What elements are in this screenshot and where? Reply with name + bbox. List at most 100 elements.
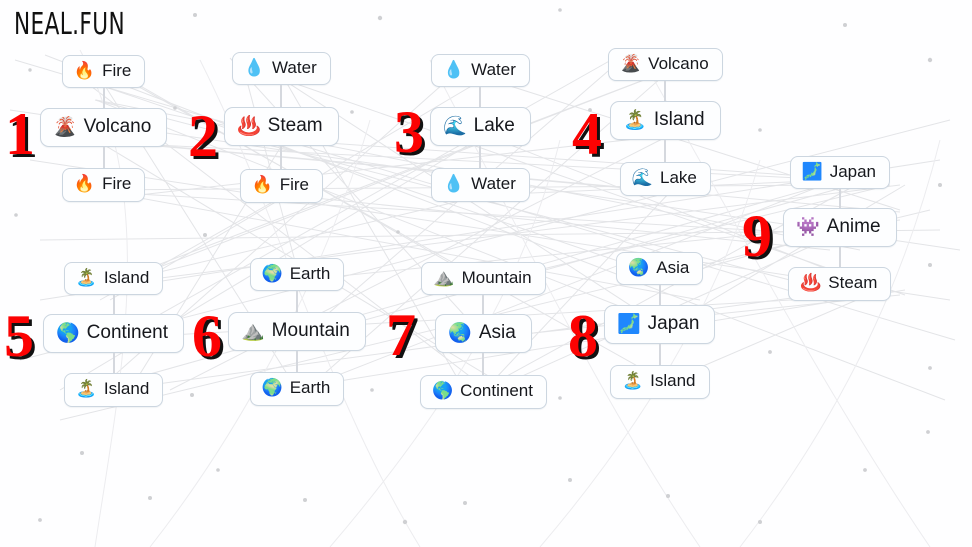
element-label: Japan [829, 162, 877, 181]
result-card[interactable]: 🌎 Continent [43, 314, 185, 354]
element-label: Volcano [83, 116, 152, 138]
anime-monster-icon: 👾 [796, 215, 820, 238]
element-label: Asia [656, 258, 690, 277]
group-number: 5 [4, 303, 34, 369]
connector-line [479, 87, 482, 108]
craft-group: 🌍 Earth ⛰️ Mountain 🌍 Earth [228, 258, 366, 406]
connector-line [664, 81, 667, 102]
lake-wave-icon: 🌊 [443, 114, 467, 137]
result-card[interactable]: ⛰️ Mountain [228, 312, 366, 352]
element-label: Earth [289, 264, 331, 283]
connector-line [280, 146, 283, 170]
connector-line [664, 140, 667, 163]
ingredient-card[interactable]: 💧 Water [231, 52, 331, 86]
result-card[interactable]: ♨️ Steam [224, 107, 339, 147]
element-label: Steam [267, 115, 323, 137]
element-label: Water [471, 174, 516, 194]
globe-americas-icon: 🌎 [432, 380, 454, 401]
result-card[interactable]: 🌊 Lake [430, 107, 531, 147]
connector-line [658, 344, 661, 366]
ingredient-card[interactable]: 💧 Water [430, 54, 530, 88]
globe-europe-africa-icon: 🌍 [261, 377, 283, 398]
ingredient-card[interactable]: ⛰️ Mountain [421, 262, 546, 296]
element-label: Japan [647, 313, 700, 335]
connector-line [838, 247, 841, 268]
element-label: Island [653, 109, 705, 131]
result-card[interactable]: 👾 Anime [783, 208, 897, 248]
ingredient-card[interactable]: 🗾 Japan [789, 156, 891, 190]
craft-group: 🌏 Asia 🗾 Japan 🏝️ Island [604, 252, 716, 399]
element-label: Continent [86, 322, 169, 344]
fire-icon: 🔥 [73, 60, 96, 81]
ingredient-card[interactable]: ♨️ Steam [788, 267, 892, 301]
fire-icon: 🔥 [73, 173, 96, 194]
element-label: Continent [460, 381, 533, 401]
element-label: Island [103, 268, 150, 287]
connector-line [280, 85, 283, 108]
ingredient-card[interactable]: 🔥 Fire [61, 168, 146, 202]
ingredient-card[interactable]: 🔥 Fire [239, 169, 324, 203]
element-label: Asia [478, 322, 516, 344]
ingredient-card[interactable]: 🏝️ Island [63, 262, 164, 296]
connector-line [482, 295, 485, 315]
globe-asia-icon: 🌏 [448, 321, 472, 344]
group-number: 7 [386, 302, 416, 368]
element-label: Island [650, 371, 696, 391]
connector-line [112, 353, 115, 374]
connector-line [482, 353, 485, 376]
globe-asia-icon: 🌏 [628, 257, 650, 278]
group-number: 3 [394, 99, 424, 165]
group-number: 9 [742, 203, 772, 269]
result-card[interactable]: 🏝️ Island [610, 101, 721, 141]
connector-line [102, 88, 105, 109]
island-icon: 🏝️ [75, 378, 97, 399]
island-icon: 🏝️ [75, 267, 97, 288]
ingredient-card[interactable]: 🌋 Volcano [608, 48, 723, 82]
connector-line [102, 147, 105, 169]
water-droplet-icon: 💧 [243, 57, 266, 78]
element-label: Lake [659, 168, 697, 188]
element-label: Steam [828, 273, 878, 293]
japan-map-icon: 🗾 [801, 161, 823, 182]
steam-icon: ♨️ [800, 272, 822, 293]
element-label: Water [272, 58, 317, 77]
mountain-icon: ⛰️ [433, 267, 455, 288]
element-label: Anime [826, 216, 881, 238]
ingredient-card[interactable]: 🌍 Earth [249, 258, 345, 292]
element-label: Lake [473, 115, 515, 137]
steam-icon: ♨️ [237, 114, 261, 137]
result-card[interactable]: 🌏 Asia [435, 314, 532, 354]
craft-group: 🔥 Fire 🌋 Volcano 🔥 Fire [40, 55, 168, 202]
globe-americas-icon: 🌎 [56, 321, 80, 344]
element-label: Earth [289, 378, 331, 398]
ingredient-card[interactable]: 💧 Water [430, 168, 530, 202]
craft-group: 💧 Water ♨️ Steam 🔥 Fire [224, 52, 339, 203]
water-droplet-icon: 💧 [442, 59, 465, 80]
neal-fun-logo[interactable]: NEAL.FUN [14, 7, 125, 42]
group-number: 1 [5, 101, 35, 167]
craft-group: ⛰️ Mountain 🌏 Asia 🌎 Continent [420, 262, 547, 409]
element-label: Mountain [271, 320, 350, 342]
crafting-canvas: NEAL.FUN 1 🔥 Fire 🌋 Volcano 🔥 Fire 2 💧 Water ♨️ Ste… [0, 0, 972, 547]
element-label: Island [103, 379, 150, 399]
craft-group: 🗾 Japan 👾 Anime ♨️ Steam [783, 156, 897, 301]
lake-wave-icon: 🌊 [631, 167, 653, 188]
ingredient-card[interactable]: 🌍 Earth [249, 372, 345, 406]
connector-line [838, 189, 841, 209]
ingredient-card[interactable]: 🌎 Continent [420, 375, 547, 409]
ingredient-card[interactable]: 🔥 Fire [61, 55, 146, 89]
volcano-icon: 🌋 [620, 53, 642, 74]
ingredient-card[interactable]: 🌊 Lake [619, 162, 711, 196]
craft-group: 🏝️ Island 🌎 Continent 🏝️ Island [43, 262, 185, 407]
element-label: Fire [102, 61, 132, 80]
element-label: Water [471, 60, 516, 79]
connector-line [658, 285, 661, 306]
ingredient-card[interactable]: 🏝️ Island [63, 373, 164, 407]
result-card[interactable]: 🗾 Japan [604, 305, 716, 345]
group-number: 6 [192, 303, 222, 369]
ingredient-card[interactable]: 🏝️ Island [609, 365, 710, 399]
water-droplet-icon: 💧 [442, 173, 465, 194]
ingredient-card[interactable]: 🌏 Asia [616, 252, 704, 286]
result-card[interactable]: 🌋 Volcano [40, 108, 168, 148]
connector-line [112, 295, 115, 315]
